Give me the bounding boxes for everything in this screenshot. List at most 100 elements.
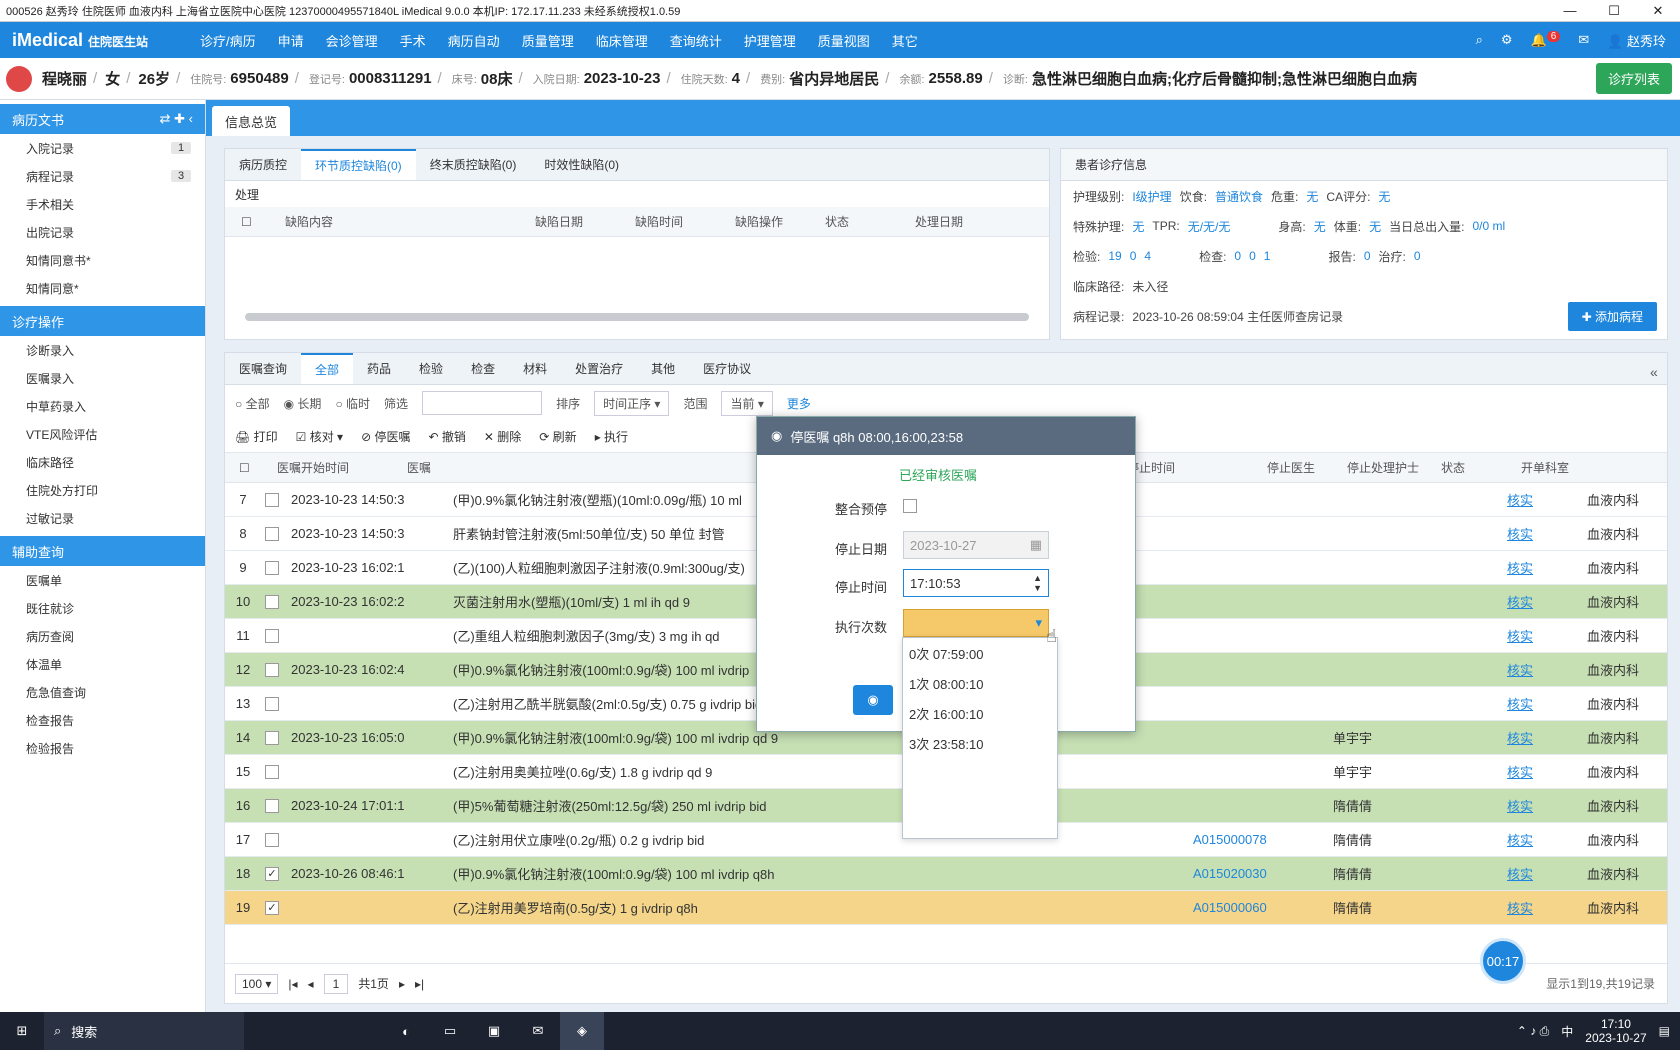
dropdown-option[interactable]: 2次 16:00:10 — [903, 698, 1057, 728]
row-checkbox[interactable] — [265, 730, 279, 745]
settings-icon[interactable]: ⚙ — [1501, 32, 1513, 48]
table-row[interactable]: 18 ✓ 2023-10-26 08:46:1 (甲)0.9%氯化钠注射液(100ml… — [225, 857, 1667, 891]
print-button[interactable]: 🖨 打印 — [235, 428, 278, 445]
checkbox[interactable]: ☐ — [225, 461, 277, 475]
status-link[interactable]: 核实 — [1507, 490, 1587, 509]
bell-icon[interactable]: 🔔 6 — [1531, 31, 1561, 48]
row-checkbox[interactable] — [265, 628, 279, 643]
tab-lab[interactable]: 检验 — [405, 353, 457, 384]
message-icon[interactable]: ✉ — [1578, 32, 1589, 48]
sidebar-item[interactable]: 出院记录 — [0, 218, 205, 246]
execute-button[interactable]: ▸ 执行 — [595, 428, 628, 445]
status-link[interactable]: 核实 — [1507, 626, 1587, 645]
tray-icons[interactable]: ⌃ ♪ ⎙ — [1517, 1024, 1549, 1039]
sidebar-item[interactable]: 诊断录入 — [0, 336, 205, 364]
menu-item[interactable]: 诊疗/病历 — [200, 31, 256, 50]
tab-qc-time[interactable]: 时效性缺陷(0) — [530, 149, 633, 180]
exec-count-select[interactable]: ▾ — [903, 609, 1049, 637]
start-icon[interactable]: ⊞ — [0, 1012, 44, 1050]
tab-other[interactable]: 其他 — [637, 353, 689, 384]
sidebar-item[interactable]: 危急值查询 — [0, 678, 205, 706]
confirm-button[interactable]: ◉ — [853, 685, 893, 715]
menu-item[interactable]: 病历自动 — [448, 31, 500, 50]
tab-overview[interactable]: 信息总览 — [212, 106, 290, 136]
row-checkbox[interactable] — [265, 832, 279, 847]
tab-qc[interactable]: 病历质控 — [225, 149, 301, 180]
sidebar-item[interactable]: VTE风险评估 — [0, 420, 205, 448]
menu-item[interactable]: 质量视图 — [818, 31, 870, 50]
range-select[interactable]: 当前 ▾ — [721, 390, 773, 416]
dropdown-option[interactable]: 1次 08:00:10 — [903, 668, 1057, 698]
tab-drug[interactable]: 药品 — [353, 353, 405, 384]
prev-page-button[interactable]: ◂ — [308, 977, 314, 991]
clock[interactable]: 17:10 2023-10-27 — [1585, 1017, 1646, 1045]
row-checkbox[interactable] — [265, 662, 279, 677]
dropdown-option[interactable]: 3次 23:58:10 — [903, 728, 1057, 758]
radio-all[interactable]: ○ 全部 — [235, 395, 270, 412]
delete-button[interactable]: ✕ 删除 — [484, 428, 521, 445]
sidebar-item[interactable]: 入院记录 1 — [0, 134, 205, 162]
status-link[interactable]: 核实 — [1507, 864, 1587, 883]
sidebar-section-query[interactable]: 辅助查询 — [0, 536, 205, 566]
menu-item[interactable]: 申请 — [278, 31, 304, 50]
edge-icon[interactable]: ◐ — [384, 1012, 428, 1050]
sidebar-item[interactable]: 病程记录 3 — [0, 162, 205, 190]
close-button[interactable]: ✕ — [1636, 3, 1680, 19]
sort-select[interactable]: 时间正序 ▾ — [594, 390, 670, 416]
tab-material[interactable]: 材料 — [509, 353, 561, 384]
page-input[interactable]: 1 — [323, 973, 349, 994]
status-link[interactable]: 核实 — [1507, 898, 1587, 917]
sidebar-item[interactable]: 体温单 — [0, 650, 205, 678]
status-link[interactable]: 核实 — [1507, 728, 1587, 747]
sidebar-item[interactable]: 住院处方打印 — [0, 476, 205, 504]
tab-exam[interactable]: 检查 — [457, 353, 509, 384]
row-checkbox[interactable] — [265, 526, 279, 541]
sidebar-item[interactable]: 医嘱录入 — [0, 364, 205, 392]
row-checkbox[interactable]: ✓ — [265, 900, 279, 915]
first-page-button[interactable]: |◂ — [288, 977, 297, 991]
sidebar-section-docs[interactable]: 病历文书 ⇄ ✚ ‹ — [0, 104, 205, 134]
add-progress-note-button[interactable]: ✚ 添加病程 — [1567, 301, 1657, 331]
diagnosis-list-button[interactable]: 诊疗列表 — [1595, 63, 1672, 94]
ime-indicator[interactable]: 中 — [1561, 1023, 1573, 1040]
spinner-icon[interactable]: ▲ ▼ — [1033, 573, 1042, 593]
status-link[interactable]: 核实 — [1507, 762, 1587, 781]
sidebar-item[interactable]: 中草药录入 — [0, 392, 205, 420]
sidebar-item[interactable]: 检查报告 — [0, 706, 205, 734]
minimize-button[interactable]: — — [1548, 3, 1592, 19]
tab-qc-link[interactable]: 环节质控缺陷(0) — [301, 149, 416, 180]
sidebar-item[interactable]: 医嘱单 — [0, 566, 205, 594]
store-icon[interactable]: ▣ — [472, 1012, 516, 1050]
folder-icon[interactable]: ▭ — [428, 1012, 472, 1050]
more-link[interactable]: 更多 — [787, 395, 811, 412]
taskbar-search[interactable]: ⌕ 搜索 — [44, 1012, 244, 1050]
status-link[interactable]: 核实 — [1507, 796, 1587, 815]
user-icon[interactable]: 👤 赵秀玲 — [1607, 31, 1666, 50]
app-icon[interactable]: ◈ — [560, 1012, 604, 1050]
status-link[interactable]: 核实 — [1507, 660, 1587, 679]
row-checkbox[interactable] — [265, 492, 279, 507]
row-checkbox[interactable] — [265, 696, 279, 711]
mail-icon[interactable]: ✉ — [516, 1012, 560, 1050]
next-page-button[interactable]: ▸ — [399, 977, 405, 991]
tab-all[interactable]: 全部 — [301, 353, 354, 384]
search-icon[interactable]: ⌕ — [1476, 32, 1483, 48]
tab-qc-final[interactable]: 终末质控缺陷(0) — [416, 149, 531, 180]
menu-item[interactable]: 其它 — [892, 31, 918, 50]
menu-item[interactable]: 会诊管理 — [326, 31, 378, 50]
sidebar-item[interactable]: 病历查阅 — [0, 622, 205, 650]
menu-item[interactable]: 手术 — [400, 31, 426, 50]
row-checkbox[interactable] — [265, 764, 279, 779]
stop-order-button[interactable]: ⊘ 停医嘱 — [361, 428, 410, 445]
table-row[interactable]: 19 ✓ (乙)注射用美罗培南(0.5g/支) 1 g ivdrip q8h A015… — [225, 891, 1667, 925]
status-link[interactable]: 核实 — [1507, 830, 1587, 849]
status-link[interactable]: 核实 — [1507, 592, 1587, 611]
sidebar-section-ops[interactable]: 诊疗操作 — [0, 306, 205, 336]
status-link[interactable]: 核实 — [1507, 558, 1587, 577]
horizontal-scrollbar[interactable] — [245, 313, 1029, 321]
collapse-right-icon[interactable]: « — [1650, 364, 1658, 380]
sidebar-item[interactable]: 既往就诊 — [0, 594, 205, 622]
timer-bubble[interactable]: 00:17 — [1480, 938, 1526, 984]
menu-item[interactable]: 护理管理 — [744, 31, 796, 50]
sidebar-item[interactable]: 知情同意* — [0, 274, 205, 302]
